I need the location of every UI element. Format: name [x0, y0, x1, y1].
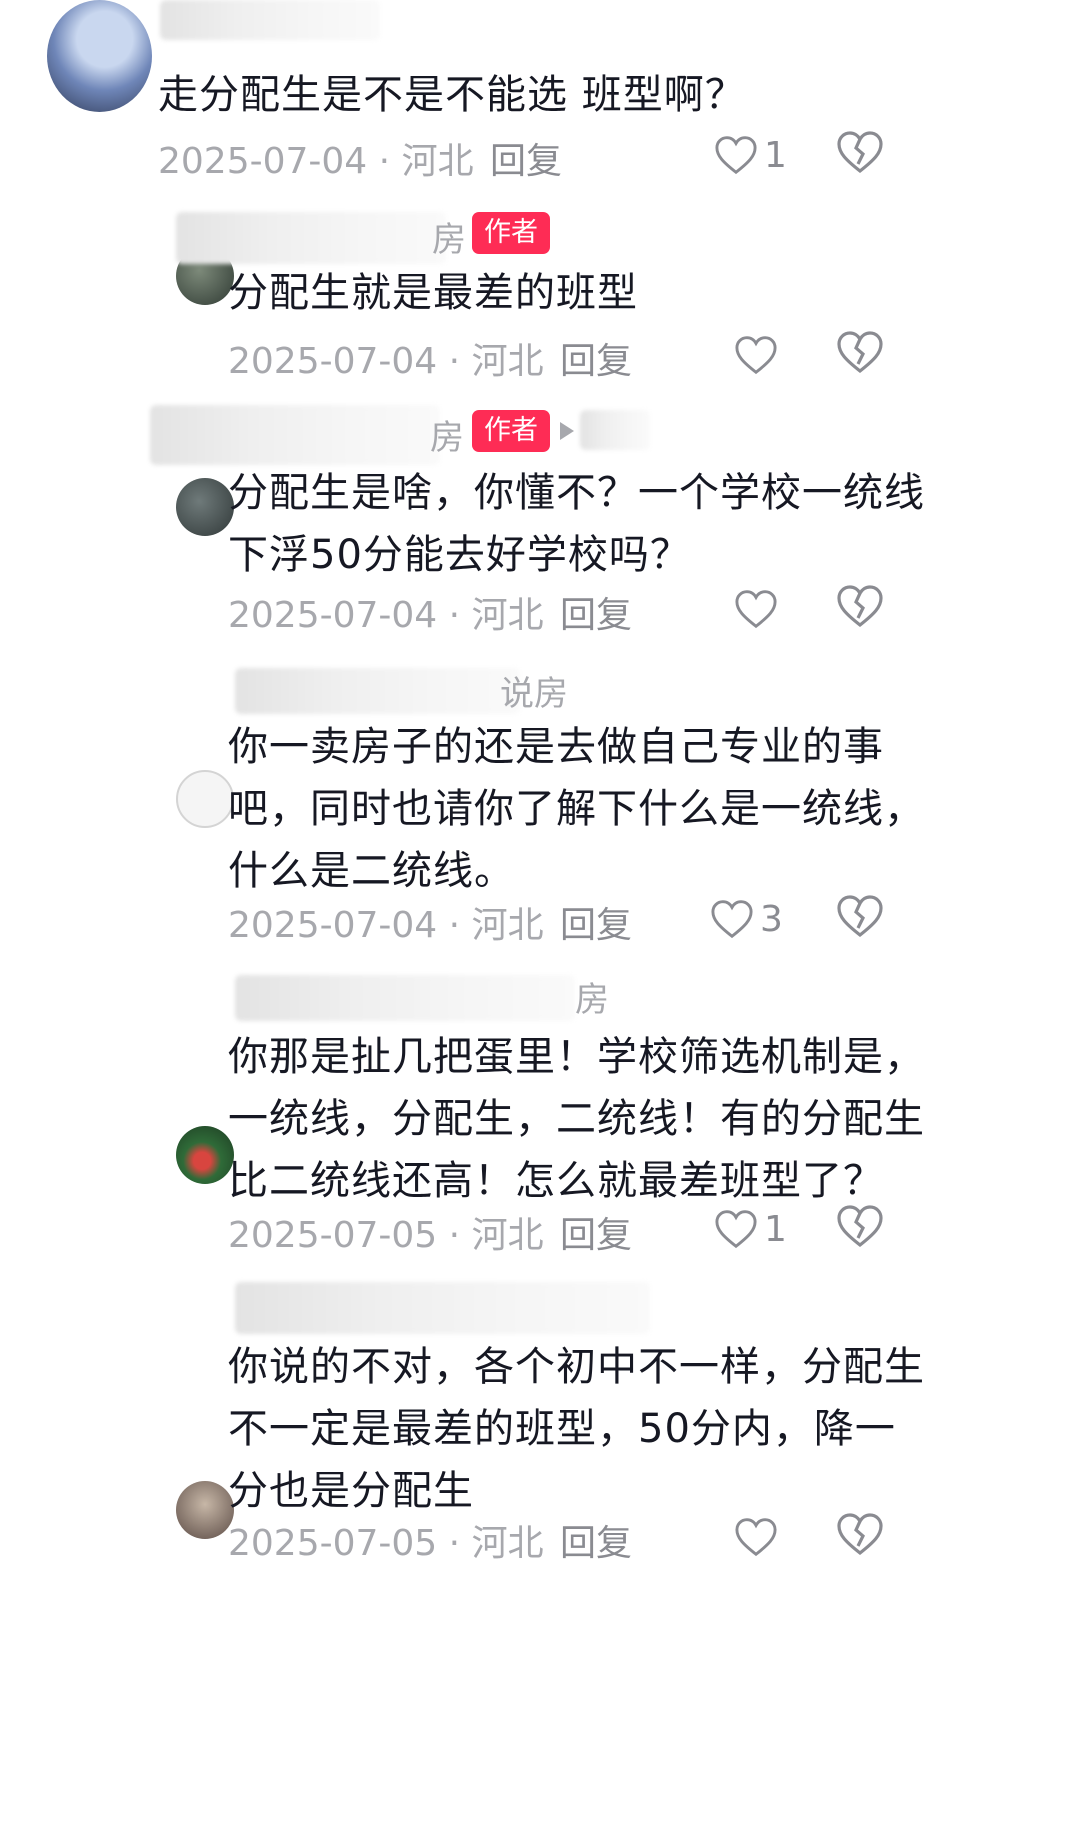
like-button[interactable]: 1 — [714, 1204, 787, 1254]
comment-meta: 2025-07-04 · 河北 — [228, 332, 544, 384]
like-button[interactable] — [734, 1512, 784, 1562]
username-blurred[interactable] — [235, 975, 575, 1021]
comment-location: 河北 — [471, 1523, 544, 1564]
username-visible-part: 房 — [430, 418, 464, 458]
heart-outline-icon — [711, 900, 753, 939]
comment-text: 走分配生是不是不能选 班型啊？ — [158, 72, 746, 118]
play-arrow-icon — [560, 422, 574, 440]
reply-button[interactable]: 回复 — [490, 132, 562, 184]
comment-location: 河北 — [471, 595, 544, 636]
comment-meta: 2025-07-04 · 河北 — [158, 132, 474, 184]
dislike-button[interactable] — [836, 130, 884, 178]
comment-text: 分配生是啥，你懂不？一个学校一统线 下浮50分能去好学校吗？ — [228, 470, 925, 578]
broken-heart-icon — [837, 1513, 883, 1556]
avatar[interactable] — [47, 0, 152, 112]
username-blurred[interactable] — [160, 0, 380, 40]
comment-meta: 2025-07-04 · 河北 — [228, 896, 544, 948]
like-button[interactable]: 3 — [710, 894, 783, 944]
heart-outline-icon — [715, 1210, 757, 1249]
dislike-button[interactable] — [836, 1512, 884, 1560]
reply-button[interactable]: 回复 — [560, 332, 632, 384]
dislike-button[interactable] — [836, 330, 884, 378]
author-tag: 作者 — [472, 212, 550, 254]
comment-location: 河北 — [471, 1215, 544, 1256]
meta-separator: · — [448, 905, 461, 946]
avatar[interactable] — [176, 770, 234, 828]
like-button[interactable] — [734, 330, 784, 380]
comment-location: 河北 — [471, 341, 544, 382]
heart-outline-icon — [735, 590, 777, 629]
username-blurred[interactable] — [235, 668, 520, 714]
comment-location: 河北 — [401, 141, 474, 182]
meta-separator: · — [448, 595, 461, 636]
comment-meta: 2025-07-05 · 河北 — [228, 1514, 544, 1566]
comment-text: 分配生就是最差的班型 — [228, 270, 638, 316]
reply-button[interactable]: 回复 — [560, 1206, 632, 1258]
heart-outline-icon — [715, 136, 757, 175]
reply-target-blurred[interactable] — [580, 410, 650, 450]
username-visible-part: 说房 — [500, 674, 568, 714]
broken-heart-icon — [837, 585, 883, 628]
comment-text: 你说的不对，各个初中不一样，分配生 不一定是最差的班型，50分内，降一 分也是分… — [228, 1344, 925, 1514]
avatar[interactable] — [176, 478, 234, 536]
comment-meta: 2025-07-04 · 河北 — [228, 586, 544, 638]
meta-separator: · — [448, 1523, 461, 1564]
comment-date: 2025-07-04 — [158, 141, 368, 182]
dislike-button[interactable] — [836, 584, 884, 632]
avatar[interactable] — [176, 1126, 234, 1184]
comment-date: 2025-07-05 — [228, 1523, 438, 1564]
comment-date: 2025-07-05 — [228, 1215, 438, 1256]
heart-outline-icon — [735, 336, 777, 375]
like-button[interactable] — [734, 584, 784, 634]
comment-location: 河北 — [471, 905, 544, 946]
meta-separator: · — [448, 341, 461, 382]
comment-date: 2025-07-04 — [228, 595, 438, 636]
broken-heart-icon — [837, 895, 883, 938]
comment-meta: 2025-07-05 · 河北 — [228, 1206, 544, 1258]
like-button[interactable]: 1 — [714, 130, 787, 180]
username-visible-part: 房 — [575, 980, 609, 1020]
like-count: 3 — [760, 898, 783, 940]
author-tag: 作者 — [472, 410, 550, 452]
meta-separator: · — [378, 141, 391, 182]
broken-heart-icon — [837, 1205, 883, 1248]
reply-button[interactable]: 回复 — [560, 1514, 632, 1566]
username-blurred[interactable] — [176, 212, 446, 264]
dislike-button[interactable] — [836, 894, 884, 942]
broken-heart-icon — [837, 131, 883, 174]
comment-date: 2025-07-04 — [228, 905, 438, 946]
username-blurred[interactable] — [150, 405, 440, 465]
heart-outline-icon — [735, 1518, 777, 1557]
comment-text: 你一卖房子的还是去做自己专业的事 吧，同时也请你了解下什么是一统线， 什么是二统… — [228, 724, 925, 894]
like-count: 1 — [764, 134, 787, 176]
broken-heart-icon — [837, 331, 883, 374]
comment-text: 你那是扯几把蛋里！学校筛选机制是， 一统线，分配生，二统线！有的分配生 比二统线… — [228, 1034, 925, 1204]
reply-button[interactable]: 回复 — [560, 896, 632, 948]
like-count: 1 — [764, 1208, 787, 1250]
dislike-button[interactable] — [836, 1204, 884, 1252]
username-visible-part: 房 — [432, 220, 466, 260]
avatar[interactable] — [176, 1481, 234, 1539]
comment-date: 2025-07-04 — [228, 341, 438, 382]
meta-separator: · — [448, 1215, 461, 1256]
username-blurred[interactable] — [235, 1282, 650, 1334]
reply-button[interactable]: 回复 — [560, 586, 632, 638]
